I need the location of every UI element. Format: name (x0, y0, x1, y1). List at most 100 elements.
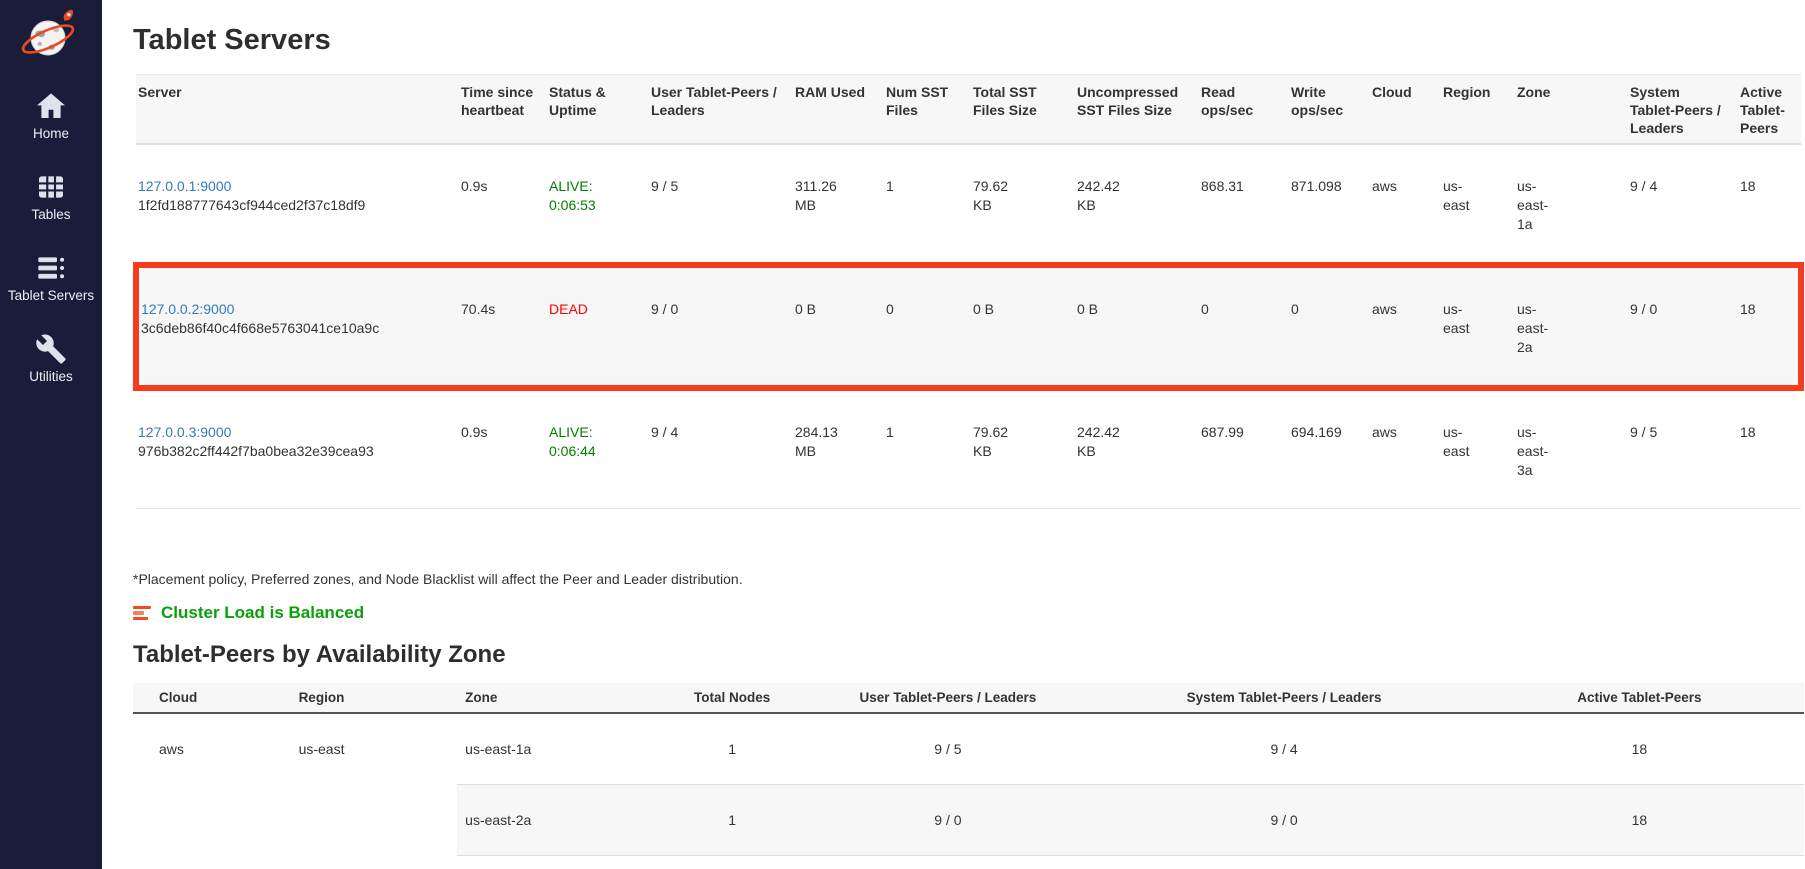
az-user-tp-cell: 9 / 4 (802, 856, 1093, 869)
read-ops-cell: 0 (1199, 265, 1289, 388)
write-ops-cell: 871.098 (1289, 144, 1370, 265)
home-icon (34, 90, 68, 122)
az-active-tp-cell: 18 (1475, 856, 1804, 869)
az-cloud-cell: aws (133, 713, 291, 869)
az-system-tp-cell: 9 / 0 (1093, 785, 1474, 856)
az-col-header-cloud: Cloud (133, 683, 291, 713)
read-ops-cell: 868.31 (1199, 144, 1289, 265)
az-col-header-region: Region (291, 683, 458, 713)
az-row-1: aws us-east us-east-1a 1 9 / 5 9 / 4 18 (133, 713, 1804, 785)
az-zone-cell: us-east-3a (457, 856, 662, 869)
sst-size-cell: 79.62 KB (971, 144, 1075, 265)
active-tp-cell: 18 (1738, 144, 1801, 265)
col-header-sst-size: Total SST Files Size (971, 75, 1075, 145)
az-col-header-active-tp: Active Tablet-Peers (1475, 683, 1804, 713)
system-tp-cell: 9 / 4 (1628, 144, 1738, 265)
status-text: ALIVE: (549, 177, 639, 196)
zone-cell: us-east-3a (1515, 388, 1628, 509)
utilities-wrench-icon (34, 333, 68, 365)
sidebar-item-label: Home (33, 126, 69, 141)
cloud-cell: aws (1370, 265, 1441, 388)
col-header-active-tp: Active Tablet-Peers (1738, 75, 1801, 145)
user-tp-cell: 9 / 0 (649, 265, 793, 388)
uptime-text: 0:06:44 (549, 442, 639, 461)
az-col-header-system-tp: System Tablet-Peers / Leaders (1093, 683, 1474, 713)
server-row-1: 127.0.0.1:9000 1f2fd188777643cf944ced2f3… (136, 144, 1801, 265)
az-user-tp-cell: 9 / 5 (802, 713, 1093, 785)
sidebar-item-label: Utilities (29, 369, 73, 384)
placement-policy-footnote: *Placement policy, Preferred zones, and … (133, 571, 1804, 587)
sidebar-item-label: Tables (31, 207, 70, 222)
num-sst-cell: 1 (884, 144, 971, 265)
col-header-status: Status & Uptime (547, 75, 649, 145)
ram-cell: 284.13 MB (793, 388, 884, 509)
col-header-unc-sst: Uncompressed SST Files Size (1075, 75, 1199, 145)
col-header-num-sst: Num SST Files (884, 75, 971, 145)
az-total-nodes-cell: 1 (662, 713, 803, 785)
ram-cell: 0 B (793, 265, 884, 388)
col-header-zone: Zone (1515, 75, 1628, 145)
col-header-user-tp: User Tablet-Peers / Leaders (649, 75, 793, 145)
app-window: Home Tables Tabl (0, 0, 1805, 869)
server-uuid: 3c6deb86f40c4f668e5763041ce10a9c (141, 319, 449, 338)
sidebar-item-home[interactable]: Home (0, 90, 102, 141)
az-col-header-total-nodes: Total Nodes (662, 683, 803, 713)
col-header-system-tp: System Tablet-Peers / Leaders (1628, 75, 1738, 145)
az-zone-cell: us-east-2a (457, 785, 662, 856)
tablet-peers-by-az-table: Cloud Region Zone Total Nodes User Table… (133, 683, 1804, 869)
heartbeat-cell: 70.4s (459, 265, 547, 388)
unc-sst-cell: 0 B (1075, 265, 1199, 388)
cluster-load-status-text: Cluster Load is Balanced (161, 603, 364, 623)
server-cell: 127.0.0.2:9000 3c6deb86f40c4f668e5763041… (136, 265, 459, 388)
az-section-title: Tablet-Peers by Availability Zone (133, 641, 1804, 669)
status-cell: DEAD (547, 265, 649, 388)
col-header-region: Region (1441, 75, 1515, 145)
status-cell: ALIVE: 0:06:53 (547, 144, 649, 265)
col-header-server: Server (136, 75, 459, 145)
num-sst-cell: 1 (884, 388, 971, 509)
read-ops-cell: 687.99 (1199, 388, 1289, 509)
load-balancer-bars-icon (133, 606, 151, 620)
server-link[interactable]: 127.0.0.1:9000 (138, 178, 231, 194)
yugabytedb-logo[interactable] (19, 6, 83, 64)
cluster-load-status: Cluster Load is Balanced (133, 603, 1804, 623)
sidebar: Home Tables Tabl (0, 0, 102, 869)
active-tp-cell: 18 (1738, 265, 1801, 388)
heartbeat-cell: 0.9s (459, 388, 547, 509)
sidebar-item-utilities[interactable]: Utilities (0, 333, 102, 384)
write-ops-cell: 694.169 (1289, 388, 1370, 509)
server-link[interactable]: 127.0.0.2:9000 (141, 301, 234, 317)
sidebar-item-tablet-servers[interactable]: Tablet Servers (0, 252, 102, 303)
col-header-write-ops: Write ops/sec (1289, 75, 1370, 145)
user-tp-cell: 9 / 5 (649, 144, 793, 265)
az-region-cell: us-east (291, 713, 458, 869)
main-content: Tablet Servers Server Time since heartbe… (102, 0, 1805, 869)
az-system-tp-cell: 9 / 4 (1093, 713, 1474, 785)
user-tp-cell: 9 / 4 (649, 388, 793, 509)
server-uuid: 1f2fd188777643cf944ced2f37c18df9 (138, 196, 449, 215)
uptime-text: 0:06:53 (549, 196, 639, 215)
region-cell: us-east (1441, 265, 1515, 388)
num-sst-cell: 0 (884, 265, 971, 388)
system-tp-cell: 9 / 0 (1628, 265, 1738, 388)
page-title: Tablet Servers (133, 22, 1804, 58)
server-uuid: 976b382c2ff442f7ba0bea32e39cea93 (138, 442, 449, 461)
az-zone-cell: us-east-1a (457, 713, 662, 785)
server-link[interactable]: 127.0.0.3:9000 (138, 424, 231, 440)
az-total-nodes-cell: 1 (662, 785, 803, 856)
col-header-ram: RAM Used (793, 75, 884, 145)
server-row-3: 127.0.0.3:9000 976b382c2ff442f7ba0bea32e… (136, 388, 1801, 509)
heartbeat-cell: 0.9s (459, 144, 547, 265)
servers-header-row: Server Time since heartbeat Status & Upt… (136, 75, 1801, 145)
status-cell: ALIVE: 0:06:44 (547, 388, 649, 509)
az-total-nodes-cell: 1 (662, 856, 803, 869)
sidebar-item-tables[interactable]: Tables (0, 171, 102, 222)
az-header-row: Cloud Region Zone Total Nodes User Table… (133, 683, 1804, 713)
sst-size-cell: 0 B (971, 265, 1075, 388)
tablet-servers-icon (34, 252, 68, 284)
region-cell: us-east (1441, 388, 1515, 509)
status-text: ALIVE: (549, 423, 639, 442)
ram-cell: 311.26 MB (793, 144, 884, 265)
az-user-tp-cell: 9 / 0 (802, 785, 1093, 856)
zone-cell: us-east-1a (1515, 144, 1628, 265)
